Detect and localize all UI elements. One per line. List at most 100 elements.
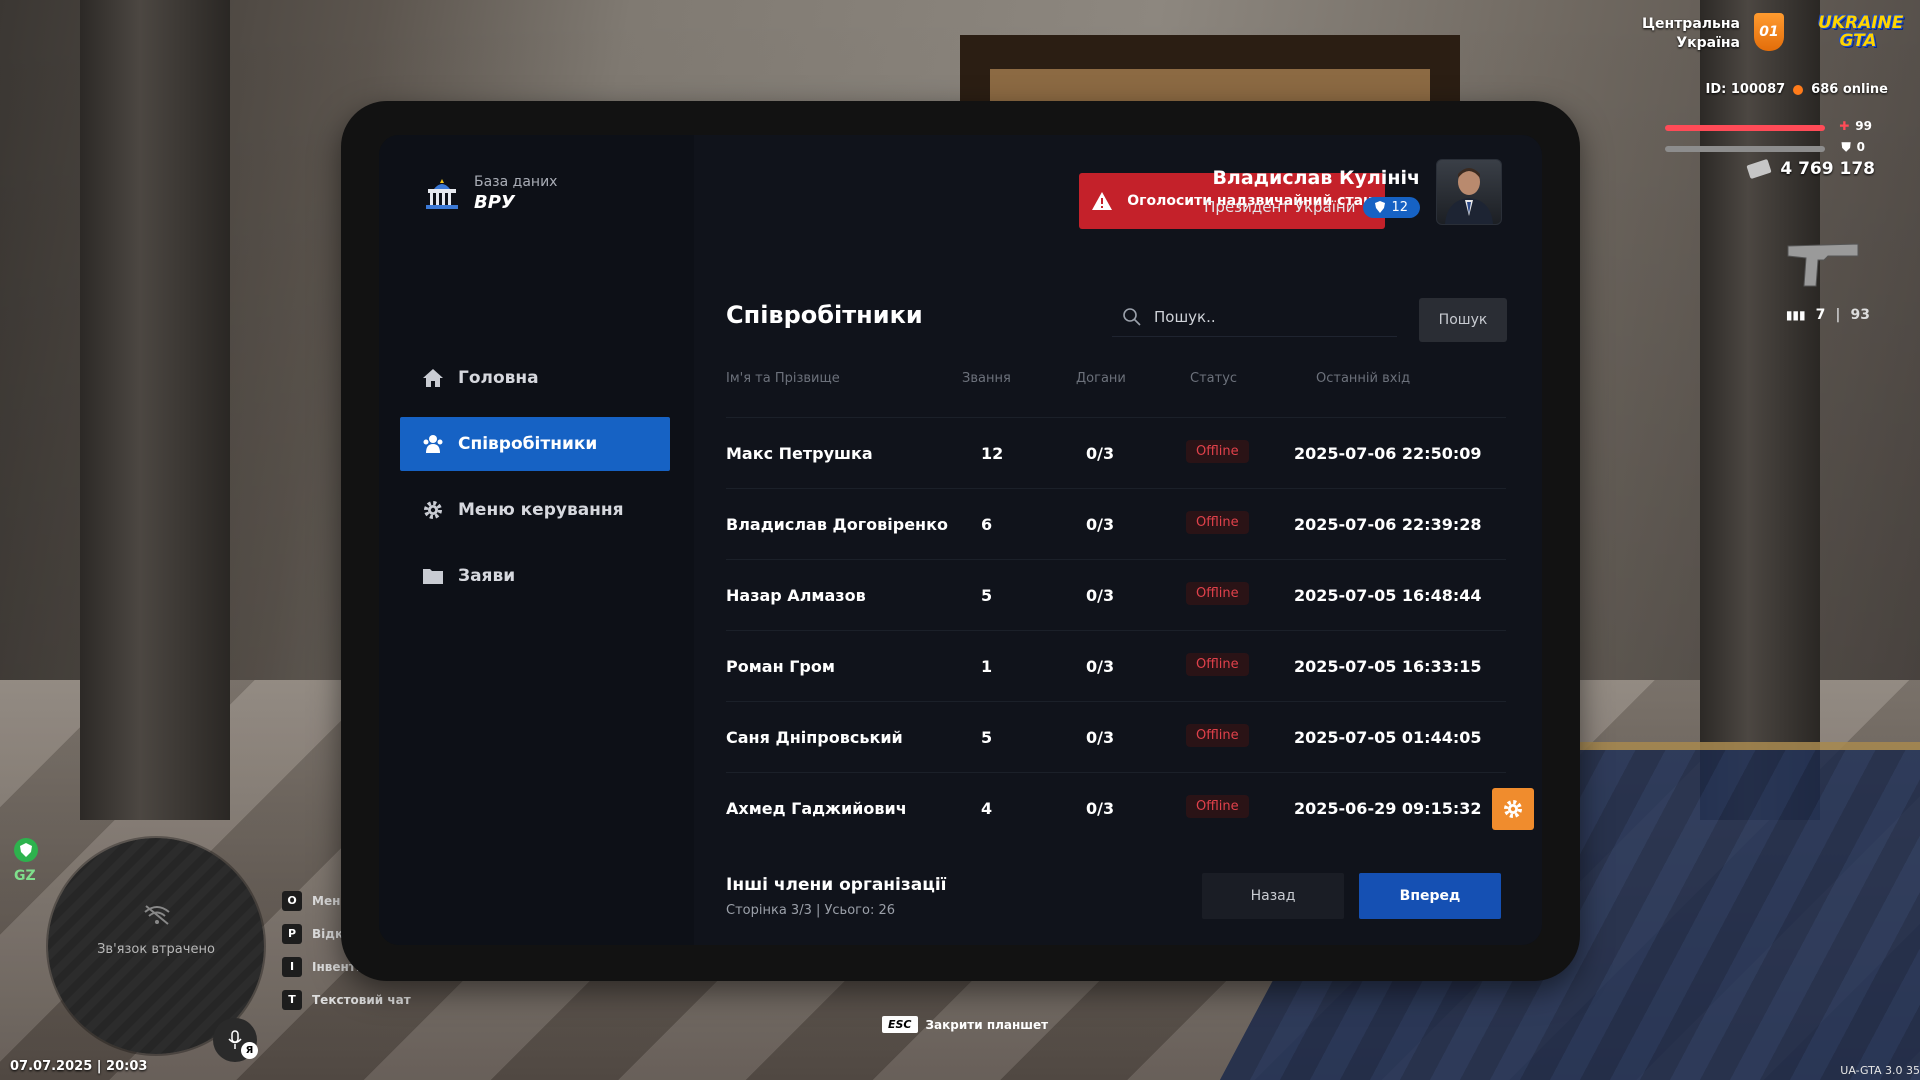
employee-name: Ахмед Гаджийович xyxy=(726,799,907,818)
sidebar: База даних ВРУ Головна Співробітники Мен… xyxy=(379,135,694,945)
page-title: Співробітники xyxy=(726,301,923,329)
status-badge: Offline xyxy=(1186,582,1249,605)
table-row[interactable]: Саня Дніпровський 5 0/3 Offline 2025-07-… xyxy=(726,701,1506,772)
status-badge: Offline xyxy=(1186,795,1249,818)
brand-title: ВРУ xyxy=(474,191,515,213)
hotkey-item: T Текстовий чат xyxy=(282,983,411,1016)
employee-warnings: 0/3 xyxy=(1086,515,1115,534)
datetime: 07.07.2025 | 20:03 xyxy=(10,1059,148,1074)
sidebar-item-control-menu[interactable]: Меню керування xyxy=(400,483,670,537)
search-button[interactable]: Пошук xyxy=(1419,298,1507,342)
table-row[interactable]: Ахмед Гаджийович 4 0/3 Offline 2025-06-2… xyxy=(726,772,1506,843)
column-header: Статус xyxy=(1190,371,1238,386)
folder-icon xyxy=(423,569,443,584)
main-panel: Оголосити надзвичайний стан Владислав Ку… xyxy=(694,135,1542,945)
employee-rank: 4 xyxy=(981,799,993,818)
region-badge: 01 xyxy=(1754,13,1784,51)
home-icon xyxy=(423,369,443,387)
region-name: Центральна Україна xyxy=(1642,16,1740,51)
table-row[interactable]: Назар Алмазов 5 0/3 Offline 2025-07-05 1… xyxy=(726,559,1506,630)
ammo-icon: ▮▮▮ xyxy=(1785,308,1806,322)
employee-name: Владислав Договіренко xyxy=(726,515,948,534)
search-placeholder: Пошук.. xyxy=(1154,307,1216,326)
shield-icon xyxy=(1375,201,1386,213)
last-login: 2025-07-05 16:48:44 xyxy=(1294,586,1482,605)
sidebar-item-home[interactable]: Головна xyxy=(400,351,670,405)
column-header: Ім'я та Прізвище xyxy=(726,371,840,386)
player-id: ID: 100087 xyxy=(1705,82,1786,97)
back-button[interactable]: Назад xyxy=(1202,873,1344,919)
status-badge: Offline xyxy=(1186,511,1249,534)
tablet-screen: База даних ВРУ Головна Співробітники Мен… xyxy=(379,135,1542,945)
version-text: UA-GTA 3.0 35 xyxy=(1840,1064,1920,1077)
employees-table: Макс Петрушка 12 0/3 Offline 2025-07-06 … xyxy=(726,417,1506,843)
employee-rank: 12 xyxy=(981,444,1004,463)
sidebar-item-applications[interactable]: Заяви xyxy=(400,549,670,603)
employee-warnings: 0/3 xyxy=(1086,799,1115,818)
money: 4 769 178 xyxy=(1746,158,1875,180)
close-tablet-hint: ESC Закрити планшет xyxy=(882,1016,1048,1033)
game-logo: UKRAINE GTA xyxy=(1818,13,1904,51)
table-row[interactable]: Макс Петрушка 12 0/3 Offline 2025-07-06 … xyxy=(726,417,1506,488)
employee-rank: 5 xyxy=(981,728,993,747)
gear-icon xyxy=(1504,800,1522,818)
rank-badge: 12 xyxy=(1363,196,1420,218)
greenzone-label: GZ xyxy=(14,868,36,884)
avatar xyxy=(1436,159,1502,225)
hud-top-right: Центральна Україна 01 UKRAINE GTA ID: 10… xyxy=(1590,0,1920,330)
employee-rank: 5 xyxy=(981,586,993,605)
employee-warnings: 0/3 xyxy=(1086,586,1115,605)
online-count: 686 online xyxy=(1811,82,1888,97)
employee-rank: 6 xyxy=(981,515,993,534)
pillar xyxy=(80,0,230,820)
greenzone-icon xyxy=(14,838,38,862)
money-icon xyxy=(1746,158,1772,180)
shield-icon: ⛊ xyxy=(1841,140,1851,154)
sidebar-item-employees[interactable]: Співробітники xyxy=(400,417,670,471)
last-login: 2025-07-05 16:33:15 xyxy=(1294,657,1482,676)
esc-key: ESC xyxy=(882,1016,918,1033)
brand-subtitle: База даних xyxy=(474,173,558,190)
gear-icon xyxy=(424,501,442,519)
next-button[interactable]: Вперед xyxy=(1359,873,1501,919)
table-row[interactable]: Владислав Договіренко 6 0/3 Offline 2025… xyxy=(726,488,1506,559)
microphone-icon xyxy=(228,1030,242,1049)
row-settings-button[interactable] xyxy=(1492,788,1534,830)
status-badge: Offline xyxy=(1186,724,1249,747)
armor-bar xyxy=(1665,146,1825,152)
last-login: 2025-07-06 22:39:28 xyxy=(1294,515,1482,534)
user-name: Владислав Кулініч xyxy=(1212,166,1420,189)
last-login: 2025-07-06 22:50:09 xyxy=(1294,444,1482,463)
status-badge: Offline xyxy=(1186,653,1249,676)
pistol-icon xyxy=(1787,243,1859,287)
column-header: Звання xyxy=(962,371,1011,386)
employee-warnings: 0/3 xyxy=(1086,444,1115,463)
connection-lost-text: Зв'язок втрачено xyxy=(97,942,215,957)
search-input[interactable]: Пошук.. xyxy=(1112,297,1397,337)
table-row[interactable]: Роман Гром 1 0/3 Offline 2025-07-05 16:3… xyxy=(726,630,1506,701)
ammo: ▮▮▮ 7 | 93 xyxy=(1785,307,1870,323)
last-login: 2025-07-05 01:44:05 xyxy=(1294,728,1482,747)
warning-icon xyxy=(1092,192,1113,210)
player-id-line: ID: 100087 686 online xyxy=(1706,82,1888,97)
users-icon xyxy=(423,435,443,453)
armor-value: ⛊ 0 xyxy=(1841,140,1865,154)
health-bar xyxy=(1665,125,1825,131)
doorframe xyxy=(960,35,1460,109)
user-profile: Владислав Кулініч Президент України 12 xyxy=(1204,159,1502,225)
brand: База даних ВРУ xyxy=(422,173,557,213)
health-value: ✚ 99 xyxy=(1839,119,1872,133)
employee-warnings: 0/3 xyxy=(1086,728,1115,747)
table-header: Ім'я та Прізвище Звання Догани Статус Ос… xyxy=(726,371,1506,391)
employee-rank: 1 xyxy=(981,657,993,676)
no-signal-icon xyxy=(144,905,170,925)
employee-warnings: 0/3 xyxy=(1086,657,1115,676)
tablet: База даних ВРУ Головна Співробітники Мен… xyxy=(341,101,1580,981)
status-badge: Offline xyxy=(1186,440,1249,463)
health-icon: ✚ xyxy=(1839,119,1850,133)
voice-key-badge: Я xyxy=(241,1042,258,1059)
others-title: Інші члени організації xyxy=(726,875,947,895)
employee-name: Саня Дніпровський xyxy=(726,728,903,747)
employee-name: Назар Алмазов xyxy=(726,586,866,605)
user-role: Президент України xyxy=(1204,198,1356,216)
